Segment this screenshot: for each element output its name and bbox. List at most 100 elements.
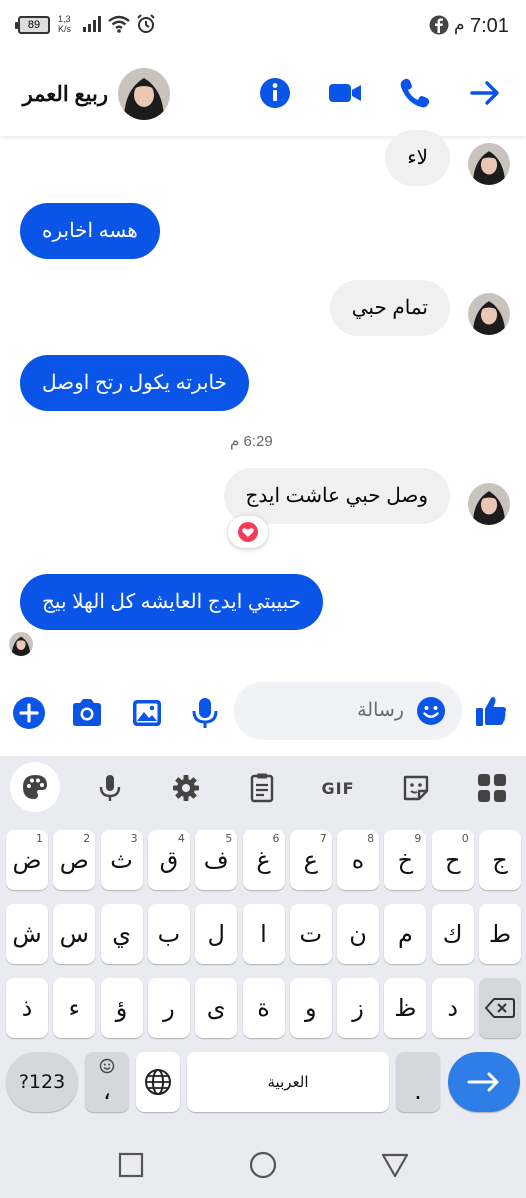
key[interactable]: ء — [53, 978, 96, 1038]
settings-icon[interactable] — [166, 768, 206, 808]
microphone-icon[interactable] — [188, 696, 222, 730]
home-button-icon[interactable] — [248, 1150, 278, 1180]
conversation-header: ربيع العمر — [0, 52, 526, 136]
back-arrow-icon[interactable] — [468, 76, 502, 110]
key-hint: 0 — [461, 832, 469, 845]
message-received[interactable]: تمام حبي — [329, 280, 450, 336]
comma-key[interactable]: ، — [85, 1052, 129, 1112]
key-label: غ — [256, 846, 271, 874]
message-sent[interactable]: هسه اخابره — [20, 203, 160, 259]
key-label: خ — [397, 846, 414, 874]
key[interactable]: ش — [6, 904, 48, 964]
heart-reaction-icon — [238, 522, 258, 542]
key[interactable]: ح0 — [431, 830, 474, 890]
space-bar[interactable]: العربية — [187, 1052, 389, 1112]
key[interactable]: ك — [431, 904, 474, 964]
palette-icon — [23, 775, 47, 799]
key-hint: 5 — [225, 832, 233, 845]
status-bar: 89 1,3 K/s م 7:01 — [0, 0, 526, 52]
key[interactable]: و — [289, 978, 332, 1038]
network-speed-value: 1,3 — [58, 14, 71, 24]
emoji-icon[interactable] — [416, 696, 446, 726]
add-icon[interactable] — [12, 696, 46, 730]
keyboard-toolbar: GIF — [0, 756, 526, 820]
key[interactable]: ي — [100, 904, 143, 964]
key[interactable]: ض1 — [6, 830, 48, 890]
sticker-icon[interactable] — [396, 768, 436, 808]
key[interactable]: خ9 — [384, 830, 427, 890]
camera-icon[interactable] — [70, 696, 104, 730]
message-input-container[interactable] — [234, 682, 462, 740]
key[interactable]: غ6 — [242, 830, 285, 890]
battery-level: 89 — [27, 19, 41, 31]
palette-button[interactable] — [10, 762, 60, 812]
key-hint: 1 — [36, 832, 43, 845]
key[interactable]: ظ — [384, 978, 427, 1038]
message-input[interactable] — [254, 694, 404, 728]
key-hint: 7 — [319, 832, 327, 845]
symbols-key[interactable]: ?123 — [6, 1052, 78, 1112]
video-call-icon[interactable] — [328, 76, 362, 110]
contact-avatar[interactable] — [118, 68, 170, 120]
key[interactable]: ل — [195, 904, 238, 964]
network-speed: 1,3 K/s — [58, 14, 71, 34]
key[interactable]: ب — [147, 904, 190, 964]
emoji-hint-icon — [99, 1058, 115, 1074]
enter-key[interactable] — [448, 1052, 520, 1112]
message-received[interactable]: لاء — [385, 130, 450, 186]
key-hint: 6 — [272, 832, 280, 845]
language-key[interactable] — [136, 1052, 180, 1112]
key[interactable]: ع7 — [289, 830, 332, 890]
network-speed-unit: K/s — [58, 24, 72, 34]
key[interactable]: ط — [479, 904, 521, 964]
key-label: ه — [351, 846, 365, 874]
key-label: ق — [159, 846, 179, 874]
key[interactable]: ر — [147, 978, 190, 1038]
key-hint: 2 — [83, 832, 91, 845]
message-composer — [0, 680, 526, 746]
key[interactable]: ه8 — [337, 830, 380, 890]
key[interactable]: ا — [242, 904, 285, 964]
back-button-icon[interactable] — [380, 1150, 410, 1180]
voice-input-icon[interactable] — [90, 768, 130, 808]
key[interactable]: س — [53, 904, 96, 964]
contact-name[interactable]: ربيع العمر — [23, 82, 108, 107]
signal-icon — [83, 16, 101, 32]
apps-grid-icon[interactable] — [472, 768, 512, 808]
key-hint: 9 — [414, 832, 422, 845]
key[interactable]: ذ — [6, 978, 48, 1038]
reaction-badge[interactable] — [228, 516, 268, 548]
key[interactable]: ت — [289, 904, 332, 964]
key[interactable]: ة — [242, 978, 285, 1038]
key[interactable]: ف5 — [195, 830, 238, 890]
info-icon[interactable] — [258, 76, 292, 110]
gallery-icon[interactable] — [130, 696, 164, 730]
gif-button[interactable]: GIF — [318, 768, 358, 808]
key[interactable]: د — [431, 978, 474, 1038]
key[interactable]: ج — [479, 830, 521, 890]
key[interactable]: ص2 — [53, 830, 96, 890]
key-label: ج — [492, 846, 508, 874]
key[interactable]: ؤ — [100, 978, 143, 1038]
recents-button-icon[interactable] — [116, 1150, 146, 1180]
send-arrow-icon — [467, 1072, 499, 1092]
wifi-icon — [108, 15, 130, 33]
seen-avatar — [9, 632, 33, 656]
message-sent[interactable]: خابرته يكول رتح اوصل — [20, 355, 249, 411]
period-key[interactable]: . — [396, 1052, 440, 1112]
key[interactable]: ز — [337, 978, 380, 1038]
like-icon[interactable] — [474, 694, 508, 728]
clipboard-icon[interactable] — [242, 768, 282, 808]
key[interactable]: ث3 — [100, 830, 143, 890]
backspace-key[interactable] — [479, 978, 521, 1038]
key[interactable]: م — [384, 904, 427, 964]
phone-icon[interactable] — [398, 76, 432, 110]
message-sent[interactable]: حبيبتي ايدج العايشه كل الهلا بيج — [20, 574, 323, 630]
time-separator: 6:29 م — [230, 433, 273, 450]
key[interactable]: ق4 — [147, 830, 190, 890]
key[interactable]: ن — [337, 904, 380, 964]
key-label: ف — [203, 846, 229, 874]
key[interactable]: ى — [195, 978, 238, 1038]
facebook-icon — [429, 15, 449, 35]
contact-avatar-small — [468, 143, 510, 185]
